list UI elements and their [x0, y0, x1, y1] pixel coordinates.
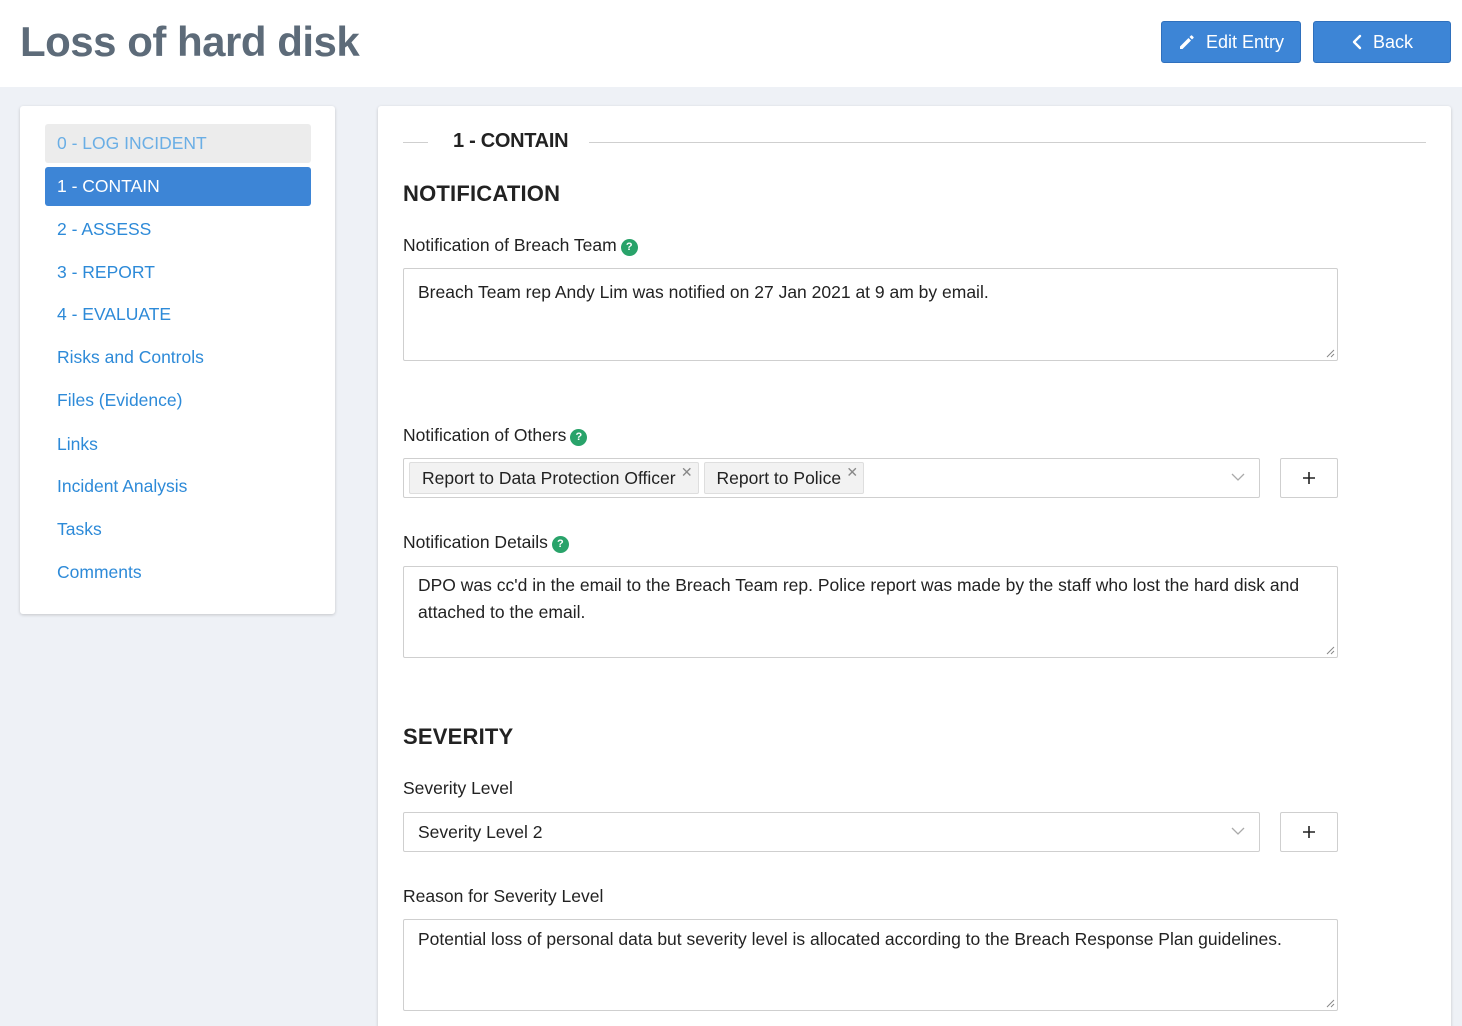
sidebar-item-report[interactable]: 3 - REPORT	[45, 253, 311, 292]
page-header: Loss of hard disk Edit Entry Back	[0, 0, 1462, 87]
breach-team-textarea[interactable]: Breach Team rep Andy Lim was notified on…	[403, 268, 1338, 361]
sidebar-nav: 0 - LOG INCIDENT 1 - CONTAIN 2 - ASSESS …	[20, 106, 335, 614]
sidebar-item-label: 2 - ASSESS	[57, 219, 152, 239]
edit-entry-label: Edit Entry	[1205, 31, 1285, 52]
severity-reason-textarea[interactable]: Potential loss of personal data but seve…	[403, 919, 1338, 1011]
sidebar-item-label: 4 - EVALUATE	[57, 304, 172, 324]
notification-others-select[interactable]: Report to Data Protection Officer ✕ Repo…	[403, 458, 1260, 498]
field-label-text: Notification of Breach Team	[403, 235, 617, 255]
sidebar-item-label: 1 - CONTAIN	[57, 176, 160, 196]
sidebar-item-tasks[interactable]: Tasks	[45, 510, 311, 549]
notification-heading: NOTIFICATION	[403, 181, 561, 206]
notification-details-value: DPO was cc'd in the email to the Breach …	[418, 575, 1300, 622]
others-label: Notification of Others ?	[403, 425, 588, 446]
tag-chip: Report to Data Protection Officer ✕	[409, 462, 699, 494]
notification-details-textarea[interactable]: DPO was cc'd in the email to the Breach …	[403, 566, 1338, 658]
sidebar-item-files[interactable]: Files (Evidence)	[45, 381, 311, 420]
question-icon[interactable]: ?	[551, 535, 569, 553]
breach-team-label: Notification of Breach Team ?	[403, 235, 638, 256]
breach-team-value: Breach Team rep Andy Lim was notified on…	[418, 282, 989, 302]
resize-grip-icon[interactable]	[1325, 348, 1335, 358]
sidebar-item-label: Incident Analysis	[57, 476, 188, 496]
chevron-down-icon[interactable]	[1231, 826, 1245, 836]
sidebar-item-comments[interactable]: Comments	[45, 553, 311, 592]
sidebar-item-label: 0 - LOG INCIDENT	[57, 133, 207, 153]
chip-label: Report to Data Protection Officer	[422, 467, 676, 488]
severity-level-select[interactable]: Severity Level 2	[403, 812, 1260, 852]
pencil-icon	[1179, 35, 1194, 49]
sidebar-item-assess[interactable]: 2 - ASSESS	[45, 210, 311, 249]
sidebar-item-label: Tasks	[57, 519, 102, 539]
back-label: Back	[1372, 31, 1414, 52]
severity-level-value: Severity Level 2	[418, 821, 543, 842]
resize-grip-icon[interactable]	[1325, 645, 1335, 655]
sidebar-item-label: Risks and Controls	[57, 347, 204, 367]
severity-heading: SEVERITY	[403, 724, 514, 749]
sidebar-item-label: Links	[57, 434, 98, 454]
chip-label: Report to Police	[716, 467, 842, 488]
plus-icon	[1303, 472, 1315, 484]
sidebar-item-risks-controls[interactable]: Risks and Controls	[45, 338, 311, 377]
details-label: Notification Details ?	[403, 532, 569, 553]
sidebar-item-log-incident[interactable]: 0 - LOG INCIDENT	[45, 124, 311, 163]
tag-chip: Report to Police ✕	[703, 462, 865, 494]
sidebar-item-links[interactable]: Links	[45, 425, 311, 464]
section-title: 1 - CONTAIN	[453, 130, 569, 152]
chevron-left-icon	[1352, 34, 1362, 50]
field-label-text: Severity Level	[403, 778, 513, 798]
severity-level-label: Severity Level	[403, 778, 513, 799]
field-label-text: Notification of Others	[403, 425, 567, 445]
close-icon[interactable]: ✕	[846, 464, 858, 481]
question-icon[interactable]: ?	[620, 238, 638, 256]
plus-icon	[1303, 826, 1315, 838]
resize-grip-icon[interactable]	[1325, 998, 1335, 1008]
sidebar-item-incident-analysis[interactable]: Incident Analysis	[45, 467, 311, 506]
main-panel: 1 - CONTAIN NOTIFICATION Notification of…	[378, 106, 1451, 1026]
divider	[403, 142, 428, 143]
question-icon[interactable]: ?	[570, 428, 588, 446]
page-title: Loss of hard disk	[20, 18, 360, 65]
field-label-text: Reason for Severity Level	[403, 886, 604, 906]
add-notification-button[interactable]	[1280, 458, 1338, 498]
edit-entry-button[interactable]: Edit Entry	[1161, 21, 1301, 63]
divider	[589, 142, 1426, 143]
sidebar-item-label: Files (Evidence)	[57, 390, 183, 410]
field-label-text: Notification Details	[403, 532, 548, 552]
chevron-down-icon[interactable]	[1231, 472, 1245, 482]
back-button[interactable]: Back	[1313, 21, 1451, 63]
add-severity-button[interactable]	[1280, 812, 1338, 852]
severity-reason-value: Potential loss of personal data but seve…	[418, 929, 1282, 949]
sidebar-item-evaluate[interactable]: 4 - EVALUATE	[45, 295, 311, 334]
sidebar-item-label: 3 - REPORT	[57, 262, 155, 282]
sidebar-item-label: Comments	[57, 562, 142, 582]
severity-reason-label: Reason for Severity Level	[403, 886, 603, 907]
close-icon[interactable]: ✕	[681, 464, 693, 481]
sidebar-item-contain[interactable]: 1 - CONTAIN	[45, 167, 311, 206]
